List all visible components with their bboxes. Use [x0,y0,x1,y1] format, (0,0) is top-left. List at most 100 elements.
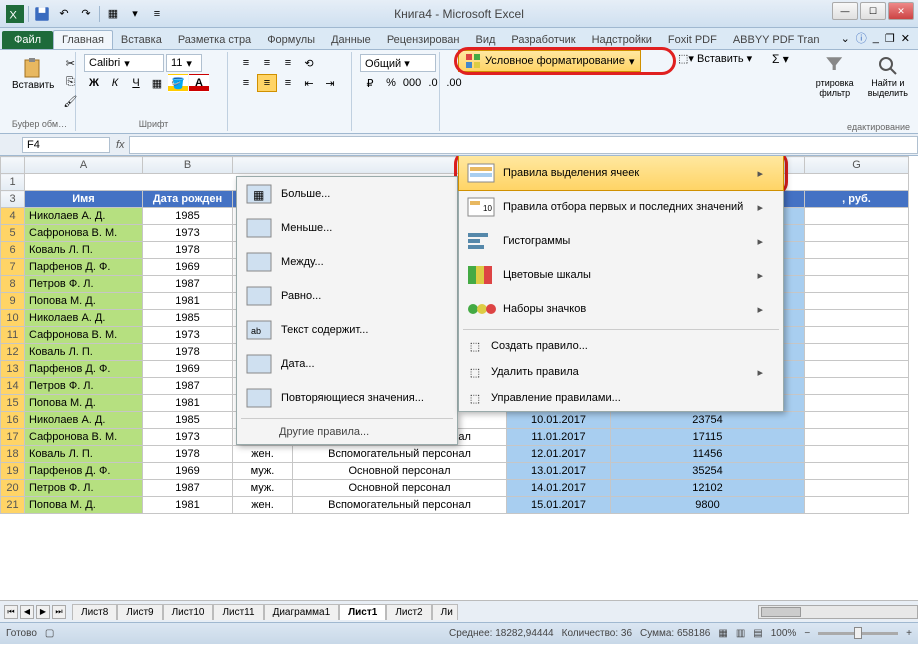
save-icon[interactable] [33,5,51,23]
fill-color-button[interactable]: 🪣 [168,74,188,92]
menu-item-new-rule[interactable]: ⬚Создать правило... [459,333,783,359]
tab-data[interactable]: Данные [323,31,379,49]
tab-view[interactable]: Вид [468,31,504,49]
undo-icon[interactable]: ↶ [55,5,73,23]
sheet-nav-last[interactable]: ⏭ [52,605,66,619]
sort-filter-button[interactable]: ртировка фильтр [812,52,858,100]
maximize-button[interactable]: ☐ [860,2,886,20]
menu-item-icon-sets[interactable]: Наборы значков▸ [459,292,783,326]
sheet-nav-prev[interactable]: ◀ [20,605,34,619]
tab-foxit[interactable]: Foxit PDF [660,31,725,49]
orientation-icon[interactable]: ⟲ [299,54,319,72]
autosum-icon[interactable]: Σ ▾ [772,52,789,66]
currency-icon[interactable]: ₽ [360,74,380,92]
menu-item-other-rules[interactable]: Другие правила... [237,422,457,444]
cut-icon[interactable]: ✂ [60,54,80,72]
sheet-nav-first[interactable]: ⏮ [4,605,18,619]
zoom-level[interactable]: 100% [771,628,797,639]
tab-abbyy[interactable]: ABBYY PDF Tran [725,31,828,49]
font-color-button[interactable]: A [189,74,209,92]
tab-page-layout[interactable]: Разметка стра [170,31,259,49]
file-tab[interactable]: Файл [2,31,53,49]
sheet-nav-next[interactable]: ▶ [36,605,50,619]
insert-cells-button[interactable]: ⬚▾ Вставить ▾ [678,52,752,65]
table-row[interactable]: 20Петров Ф. Л.1987муж.Основной персонал1… [1,480,909,497]
sheet-tab[interactable]: Ли [432,604,458,620]
redo-icon[interactable]: ↷ [77,5,95,23]
menu-item-duplicate-values[interactable]: Повторяющиеся значения... [237,381,457,415]
view-page-layout-icon[interactable]: ▥ [736,628,745,639]
menu-item-highlight-cell-rules[interactable]: Правила выделения ячеек▸ [458,156,784,191]
align-right-icon[interactable]: ≡ [278,74,298,92]
font-name-selector[interactable]: Calibri▾ [84,54,164,72]
sheet-tab[interactable]: Лист2 [386,604,431,620]
qat-btn-3[interactable]: ≡ [148,5,166,23]
sheet-tab[interactable]: Лист10 [163,604,214,620]
tab-review[interactable]: Рецензирован [379,31,468,49]
font-size-selector[interactable]: 11▾ [166,54,202,72]
zoom-in-button[interactable]: + [906,628,912,639]
underline-button[interactable]: Ч [126,74,146,92]
menu-item-manage-rules[interactable]: ⬚Управление правилами... [459,385,783,411]
menu-item-clear-rules[interactable]: ⬚Удалить правила▸ [459,359,783,385]
tab-addins[interactable]: Надстройки [584,31,660,49]
align-top-icon[interactable]: ≡ [236,54,256,72]
horizontal-scrollbar[interactable] [758,605,918,619]
tab-developer[interactable]: Разработчик [503,31,583,49]
borders-button[interactable]: ▦ [147,74,167,92]
view-page-break-icon[interactable]: ▤ [753,628,762,639]
menu-item-color-scales[interactable]: Цветовые шкалы▸ [459,258,783,292]
menu-item-data-bars[interactable]: Гистограммы▸ [459,224,783,258]
menu-item-date[interactable]: Дата... [237,347,457,381]
align-left-icon[interactable]: ≡ [236,74,256,92]
align-bottom-icon[interactable]: ≡ [278,54,298,72]
zoom-out-button[interactable]: − [804,628,810,639]
copy-icon[interactable]: ⎘ [60,73,80,91]
close-button[interactable]: ✕ [888,2,914,20]
sheet-tab[interactable]: Диаграмма1 [264,604,340,620]
find-select-button[interactable]: Найти и выделить [864,52,912,100]
conditional-formatting-button[interactable]: Условное форматирование ▾ [458,50,641,72]
align-middle-icon[interactable]: ≡ [257,54,277,72]
qat-btn-1[interactable]: ▦ [104,5,122,23]
decimal-dec-icon[interactable]: .00 [444,74,464,92]
table-row[interactable]: 18Коваль Л. П.1978жен.Вспомогательный пе… [1,446,909,463]
number-format-selector[interactable]: Общий ▾ [360,54,436,72]
view-normal-icon[interactable]: ▦ [718,628,727,639]
indent-dec-icon[interactable]: ⇤ [299,74,319,92]
fx-icon[interactable]: fx [116,139,125,151]
sheet-tab[interactable]: Лист11 [213,604,263,620]
comma-icon[interactable]: 000 [402,74,422,92]
doc-minimize-icon[interactable]: _ [873,32,879,44]
minimize-ribbon-icon[interactable]: ⌄ [841,32,850,45]
menu-item-top-bottom-rules[interactable]: 10Правила отбора первых и последних знач… [459,190,783,224]
paste-button[interactable]: Вставить [8,54,58,93]
tab-insert[interactable]: Вставка [113,31,170,49]
table-row[interactable]: 21Попова М. Д.1981жен.Вспомогательный пе… [1,497,909,514]
indent-inc-icon[interactable]: ⇥ [320,74,340,92]
table-row[interactable]: 19Парфенов Д. Ф.1969муж.Основной персона… [1,463,909,480]
doc-restore-icon[interactable]: ❐ [885,32,895,45]
zoom-slider[interactable] [818,632,898,635]
name-box[interactable]: F4 [22,137,110,153]
sheet-tab[interactable]: Лист8 [72,604,117,620]
sheet-tab[interactable]: Лист9 [117,604,162,620]
qat-btn-2[interactable]: ▾ [126,5,144,23]
doc-close-icon[interactable]: ✕ [901,32,910,45]
format-painter-icon[interactable]: 🖌 [60,92,80,110]
menu-item-between[interactable]: Между... [237,245,457,279]
tab-formulas[interactable]: Формулы [259,31,323,49]
excel-icon[interactable]: X [6,5,24,23]
tab-home[interactable]: Главная [53,30,113,49]
bold-button[interactable]: Ж [84,74,104,92]
menu-item-text-contains[interactable]: abТекст содержит... [237,313,457,347]
menu-item-less-than[interactable]: Меньше... [237,211,457,245]
formula-input[interactable] [129,136,918,154]
help-icon[interactable]: ⓘ [856,30,867,46]
italic-button[interactable]: К [105,74,125,92]
align-center-icon[interactable]: ≡ [257,74,277,92]
menu-item-equal-to[interactable]: Равно... [237,279,457,313]
percent-icon[interactable]: % [381,74,401,92]
minimize-button[interactable]: — [832,2,858,20]
menu-item-greater-than[interactable]: ▦Больше... [237,177,457,211]
